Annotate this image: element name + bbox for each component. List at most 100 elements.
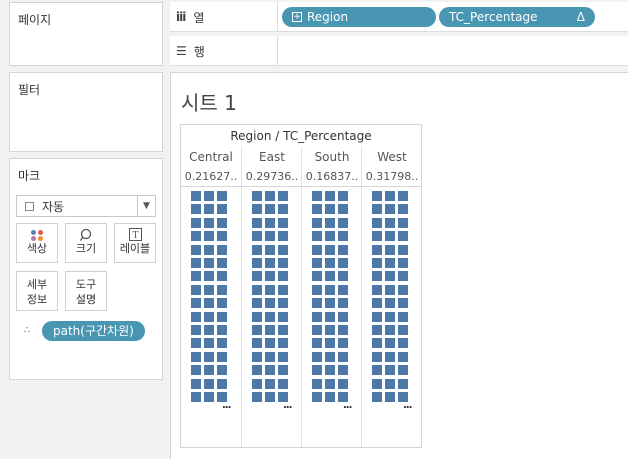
mark-square[interactable] [385,284,395,295]
mark-square[interactable] [191,244,201,255]
label-button[interactable]: T 레이블 [114,223,156,263]
region-column-central[interactable]: Central 0.21627..... [181,147,241,447]
mark-square[interactable] [217,258,227,268]
mark-square[interactable] [372,338,382,349]
mark-square[interactable] [372,378,382,389]
mark-square[interactable] [252,338,262,349]
viz-table[interactable]: Region / TC_Percentage Central 0.21627...… [180,124,422,448]
mark-square[interactable] [204,351,214,362]
mark-type-dropdown[interactable]: 자동 ▼ [16,195,156,217]
tc-percentage-value[interactable]: 0.21627.. [181,167,241,187]
sheet-title[interactable]: 시트 1 [181,87,237,116]
mark-square[interactable] [252,351,262,362]
mark-square[interactable] [372,365,382,376]
size-button[interactable]: 크기 [65,223,107,263]
mark-square[interactable] [191,351,201,362]
worksheet-canvas[interactable]: 시트 1 Region / TC_Percentage Central 0.216… [170,72,628,459]
mark-square[interactable] [398,365,408,376]
mark-square[interactable] [278,217,288,228]
mark-square[interactable] [265,392,275,402]
mark-square[interactable] [372,258,382,268]
mark-square[interactable] [217,338,227,349]
region-column-south[interactable]: South 0.16837..... [301,147,362,447]
tc-percentage-value[interactable]: 0.31798.. [362,167,422,187]
mark-square[interactable] [325,338,335,349]
mark-square[interactable] [312,311,322,322]
mark-square[interactable] [338,311,348,322]
detail-field-pill[interactable]: path(구간차원) [42,321,145,341]
mark-square[interactable] [191,338,201,349]
mark-square[interactable] [265,351,275,362]
mark-square[interactable] [217,191,227,201]
mark-square[interactable] [278,204,288,215]
mark-square[interactable] [191,217,201,228]
mark-square[interactable] [312,365,322,376]
detail-button[interactable]: 세부 정보 [16,271,58,311]
mark-square[interactable] [265,258,275,268]
mark-square[interactable] [325,378,335,389]
mark-square[interactable] [338,365,348,376]
mark-square[interactable] [385,271,395,282]
mark-square[interactable] [278,231,288,242]
mark-square[interactable] [325,392,335,402]
mark-square[interactable] [204,191,214,201]
mark-square[interactable] [204,217,214,228]
mark-square[interactable] [325,258,335,268]
mark-square[interactable] [338,338,348,349]
region-column-west[interactable]: West 0.31798..... [361,147,422,447]
mark-square[interactable] [204,204,214,215]
mark-square[interactable] [338,378,348,389]
filters-card[interactable]: 필터 [9,72,163,152]
mark-square[interactable] [252,284,262,295]
mark-square[interactable] [204,271,214,282]
region-header[interactable]: South [302,147,362,167]
mark-square[interactable] [191,298,201,309]
mark-square[interactable] [265,365,275,376]
mark-square[interactable] [252,378,262,389]
mark-square[interactable] [217,204,227,215]
mark-square[interactable] [338,271,348,282]
mark-square[interactable] [265,231,275,242]
mark-square[interactable] [204,392,214,402]
mark-square[interactable] [312,325,322,335]
mark-square[interactable] [398,351,408,362]
mark-square[interactable] [217,231,227,242]
mark-square[interactable] [217,284,227,295]
mark-square[interactable] [325,271,335,282]
mark-square[interactable] [398,244,408,255]
mark-square[interactable] [398,378,408,389]
mark-square[interactable] [278,378,288,389]
mark-square[interactable] [372,298,382,309]
tc-percentage-value[interactable]: 0.16837.. [302,167,362,187]
mark-square[interactable] [191,284,201,295]
mark-square[interactable] [191,392,201,402]
mark-square[interactable] [278,271,288,282]
mark-square[interactable] [252,204,262,215]
mark-square[interactable] [372,284,382,295]
mark-square[interactable] [217,378,227,389]
mark-square[interactable] [191,258,201,268]
mark-square[interactable] [325,311,335,322]
mark-square[interactable] [278,284,288,295]
mark-square[interactable] [265,271,275,282]
mark-square[interactable] [312,258,322,268]
mark-square[interactable] [385,378,395,389]
mark-square[interactable] [265,204,275,215]
mark-square[interactable] [325,191,335,201]
region-header[interactable]: East [242,147,302,167]
mark-square[interactable] [217,311,227,322]
mark-square[interactable] [338,258,348,268]
mark-square[interactable] [312,351,322,362]
mark-square[interactable] [252,271,262,282]
mark-square[interactable] [265,284,275,295]
mark-square[interactable] [191,325,201,335]
mark-square[interactable] [338,325,348,335]
mark-square[interactable] [265,217,275,228]
mark-square[interactable] [338,191,348,201]
mark-square[interactable] [278,258,288,268]
mark-square[interactable] [398,204,408,215]
region-pill[interactable]: + Region [282,7,436,27]
mark-square[interactable] [312,284,322,295]
mark-square[interactable] [385,365,395,376]
mark-square[interactable] [278,311,288,322]
